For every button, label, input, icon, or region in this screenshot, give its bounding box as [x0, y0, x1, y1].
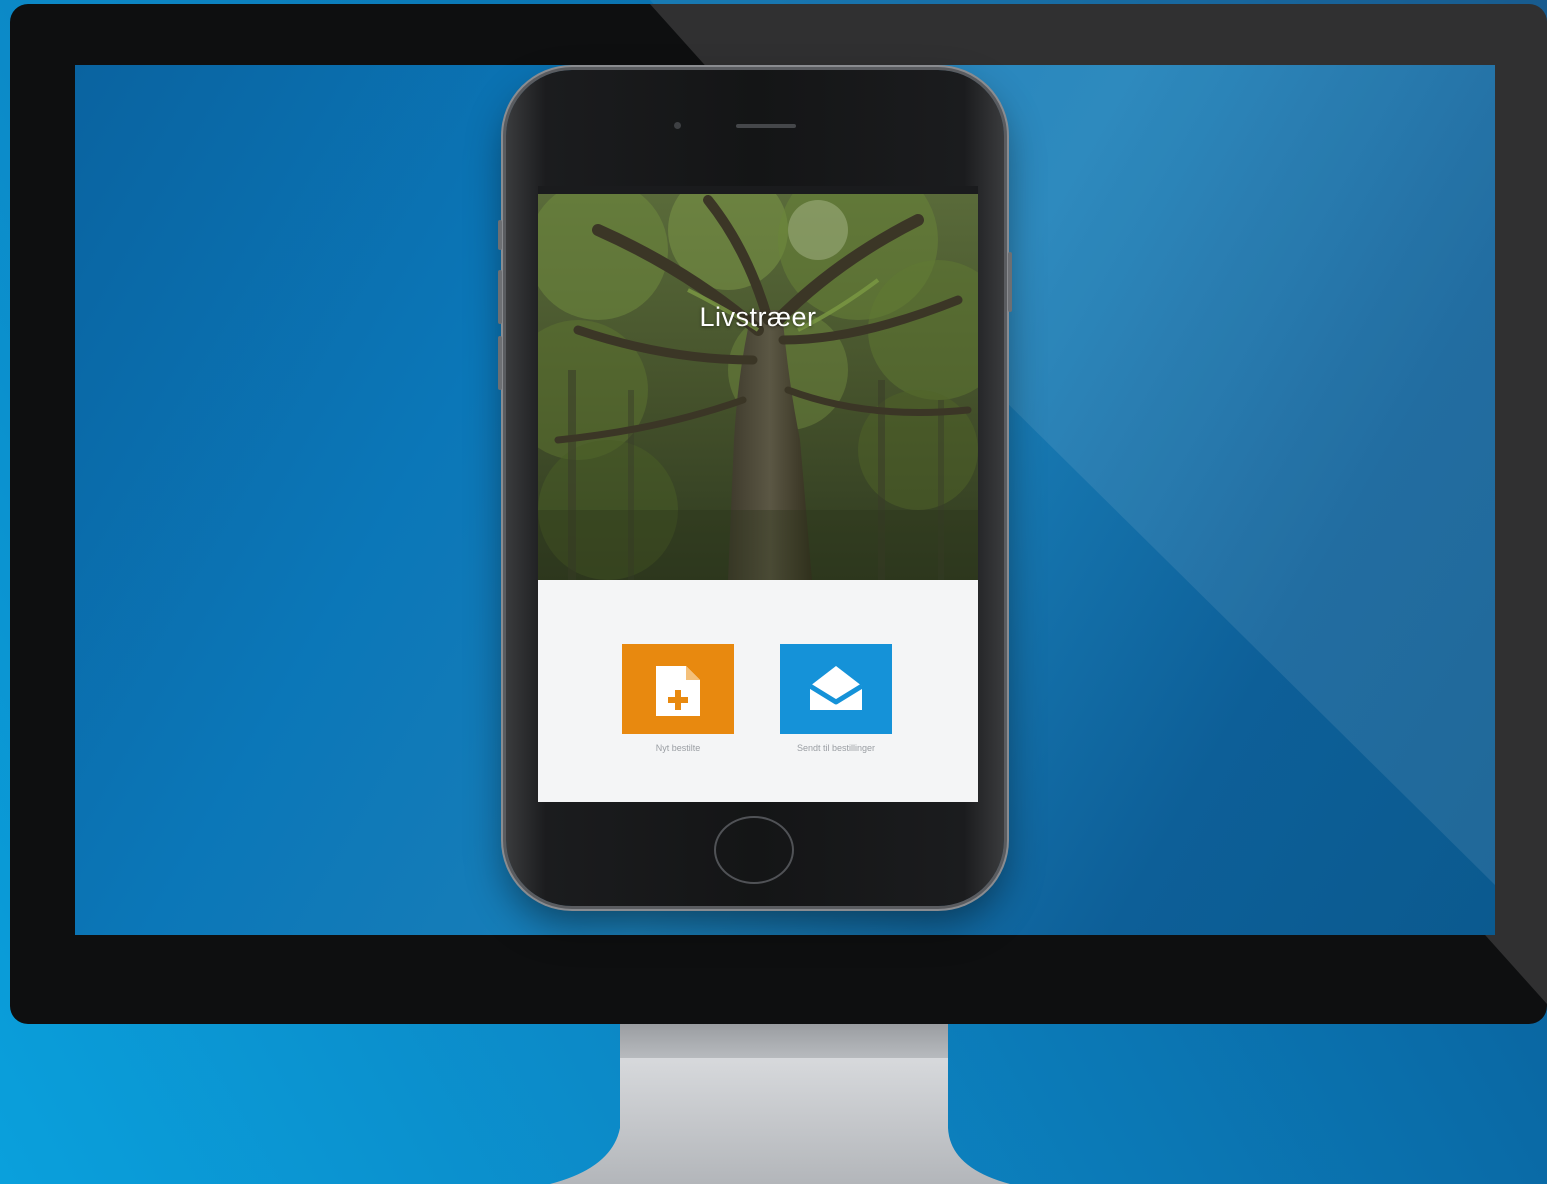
- monitor-stand-base: [550, 1058, 1010, 1184]
- phone-power-button: [1008, 252, 1012, 312]
- phone-speaker: [736, 124, 796, 128]
- tree-photo: [538, 190, 978, 580]
- new-document-icon: [656, 666, 700, 716]
- smartphone: Livstræer Nyt bestilte Sendt til bestill…: [498, 70, 1012, 906]
- open-envelope-icon: [808, 666, 864, 710]
- sent-orders-tile[interactable]: [780, 644, 892, 734]
- front-camera: [674, 122, 681, 129]
- monitor-stand-neck: [620, 1024, 948, 1060]
- action-tiles: Nyt bestilte Sendt til bestillinger: [538, 644, 978, 802]
- new-order-tile[interactable]: [622, 644, 734, 734]
- new-order-label: Nyt bestilte: [655, 743, 701, 753]
- app-title: Livstræer: [699, 302, 817, 332]
- status-bar: [538, 186, 978, 194]
- hero-banner: Livstræer: [538, 190, 978, 580]
- app-screen: Livstræer Nyt bestilte Sendt til bestill…: [538, 186, 978, 802]
- phone-volume-up: [498, 270, 502, 324]
- home-button[interactable]: [714, 816, 794, 884]
- phone-mute-switch: [498, 220, 502, 250]
- sent-orders-label: Sendt til bestillinger: [796, 743, 876, 753]
- phone-volume-down: [498, 336, 502, 390]
